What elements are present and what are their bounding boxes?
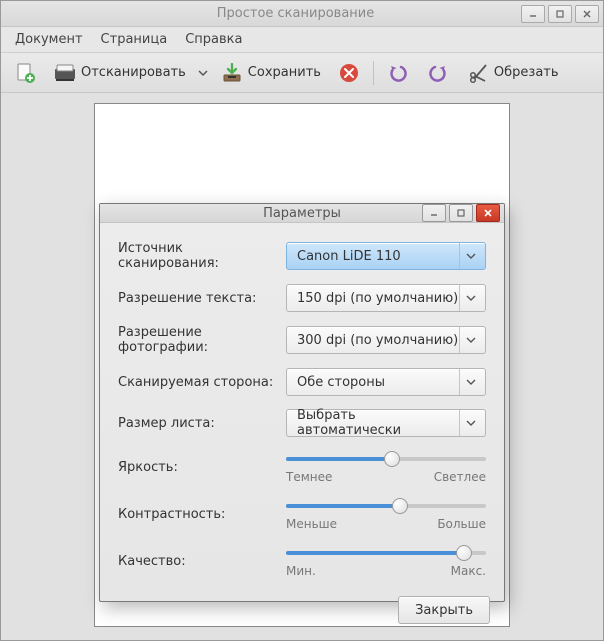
brightness-label: Яркость: bbox=[118, 460, 278, 475]
new-document-button[interactable] bbox=[7, 58, 43, 88]
quality-slider[interactable] bbox=[286, 544, 486, 562]
scan-label: Отсканировать bbox=[81, 65, 186, 80]
menubar: Документ Страница Справка bbox=[1, 27, 603, 53]
rotate-right-button[interactable] bbox=[420, 58, 456, 88]
brightness-slider[interactable] bbox=[286, 450, 486, 468]
dialog-footer: Закрыть bbox=[100, 588, 504, 638]
dialog-titlebar: Параметры bbox=[100, 204, 504, 223]
side-value: Обе стороны bbox=[297, 375, 459, 390]
dialog-body: Источник сканирования: Canon LiDE 110 Ра… bbox=[100, 223, 504, 588]
new-document-icon bbox=[13, 61, 37, 85]
delete-button[interactable] bbox=[331, 58, 367, 88]
contrast-min-label: Меньше bbox=[286, 517, 337, 531]
rotate-left-icon bbox=[386, 61, 410, 85]
preferences-dialog: Параметры Источник сканирования: Canon L… bbox=[99, 203, 505, 602]
rotate-right-icon bbox=[426, 61, 450, 85]
dialog-close-x-button[interactable] bbox=[476, 204, 500, 222]
contrast-label: Контрастность: bbox=[118, 507, 278, 522]
chevron-down-icon bbox=[459, 410, 481, 436]
scanner-icon bbox=[53, 61, 77, 85]
save-button[interactable]: Сохранить bbox=[214, 58, 327, 88]
dialog-close-button[interactable]: Закрыть bbox=[398, 596, 490, 624]
maximize-button[interactable] bbox=[548, 5, 572, 23]
crop-button[interactable]: Обрезать bbox=[460, 58, 565, 88]
source-label: Источник сканирования: bbox=[118, 241, 278, 271]
toolbar: Отсканировать Сохранить bbox=[1, 53, 603, 93]
source-value: Canon LiDE 110 bbox=[297, 249, 459, 264]
text-res-label: Разрешение текста: bbox=[118, 291, 278, 306]
dialog-title: Параметры bbox=[182, 206, 422, 221]
scan-button[interactable]: Отсканировать bbox=[47, 58, 192, 88]
save-icon bbox=[220, 61, 244, 85]
minimize-button[interactable] bbox=[521, 5, 545, 23]
side-label: Сканируемая сторона: bbox=[118, 375, 278, 390]
menu-document[interactable]: Документ bbox=[7, 29, 91, 50]
quality-min-label: Мин. bbox=[286, 564, 316, 578]
menu-help[interactable]: Справка bbox=[177, 29, 250, 50]
chevron-down-icon bbox=[459, 369, 481, 395]
close-button[interactable] bbox=[575, 5, 599, 23]
photo-res-value: 300 dpi (по умолчанию) bbox=[297, 333, 459, 348]
text-res-combo[interactable]: 150 dpi (по умолчанию) bbox=[286, 284, 486, 312]
brightness-min-label: Темнее bbox=[286, 470, 332, 484]
main-window-controls bbox=[518, 5, 599, 23]
quality-max-label: Макс. bbox=[451, 564, 486, 578]
dialog-maximize-button[interactable] bbox=[449, 204, 473, 222]
quality-label: Качество: bbox=[118, 554, 278, 569]
photo-res-combo[interactable]: 300 dpi (по умолчанию) bbox=[286, 326, 486, 354]
crop-icon bbox=[466, 61, 490, 85]
main-titlebar: Простое сканирование bbox=[1, 1, 603, 27]
dialog-close-label: Закрыть bbox=[415, 603, 473, 618]
chevron-down-icon bbox=[459, 243, 481, 269]
main-window: Простое сканирование Документ Страница С… bbox=[0, 0, 604, 641]
menu-page[interactable]: Страница bbox=[93, 29, 176, 50]
page-size-label: Размер листа: bbox=[118, 416, 278, 431]
chevron-down-icon bbox=[459, 285, 481, 311]
delete-icon bbox=[337, 61, 361, 85]
dialog-window-controls bbox=[422, 204, 500, 222]
chevron-down-icon bbox=[459, 327, 481, 353]
brightness-max-label: Светлее bbox=[434, 470, 486, 484]
contrast-slider[interactable] bbox=[286, 497, 486, 515]
contrast-max-label: Больше bbox=[437, 517, 486, 531]
text-res-value: 150 dpi (по умолчанию) bbox=[297, 291, 459, 306]
dialog-minimize-button[interactable] bbox=[422, 204, 446, 222]
side-combo[interactable]: Обе стороны bbox=[286, 368, 486, 396]
source-combo[interactable]: Canon LiDE 110 bbox=[286, 242, 486, 270]
rotate-left-button[interactable] bbox=[380, 58, 416, 88]
toolbar-separator bbox=[373, 61, 374, 85]
main-window-title: Простое сканирование bbox=[73, 6, 518, 21]
page-size-combo[interactable]: Выбрать автоматически bbox=[286, 409, 486, 437]
page-size-value: Выбрать автоматически bbox=[297, 408, 459, 438]
photo-res-label: Разрешение фотографии: bbox=[118, 325, 278, 355]
save-label: Сохранить bbox=[248, 65, 321, 80]
scan-dropdown[interactable] bbox=[196, 68, 210, 78]
crop-label: Обрезать bbox=[494, 65, 559, 80]
